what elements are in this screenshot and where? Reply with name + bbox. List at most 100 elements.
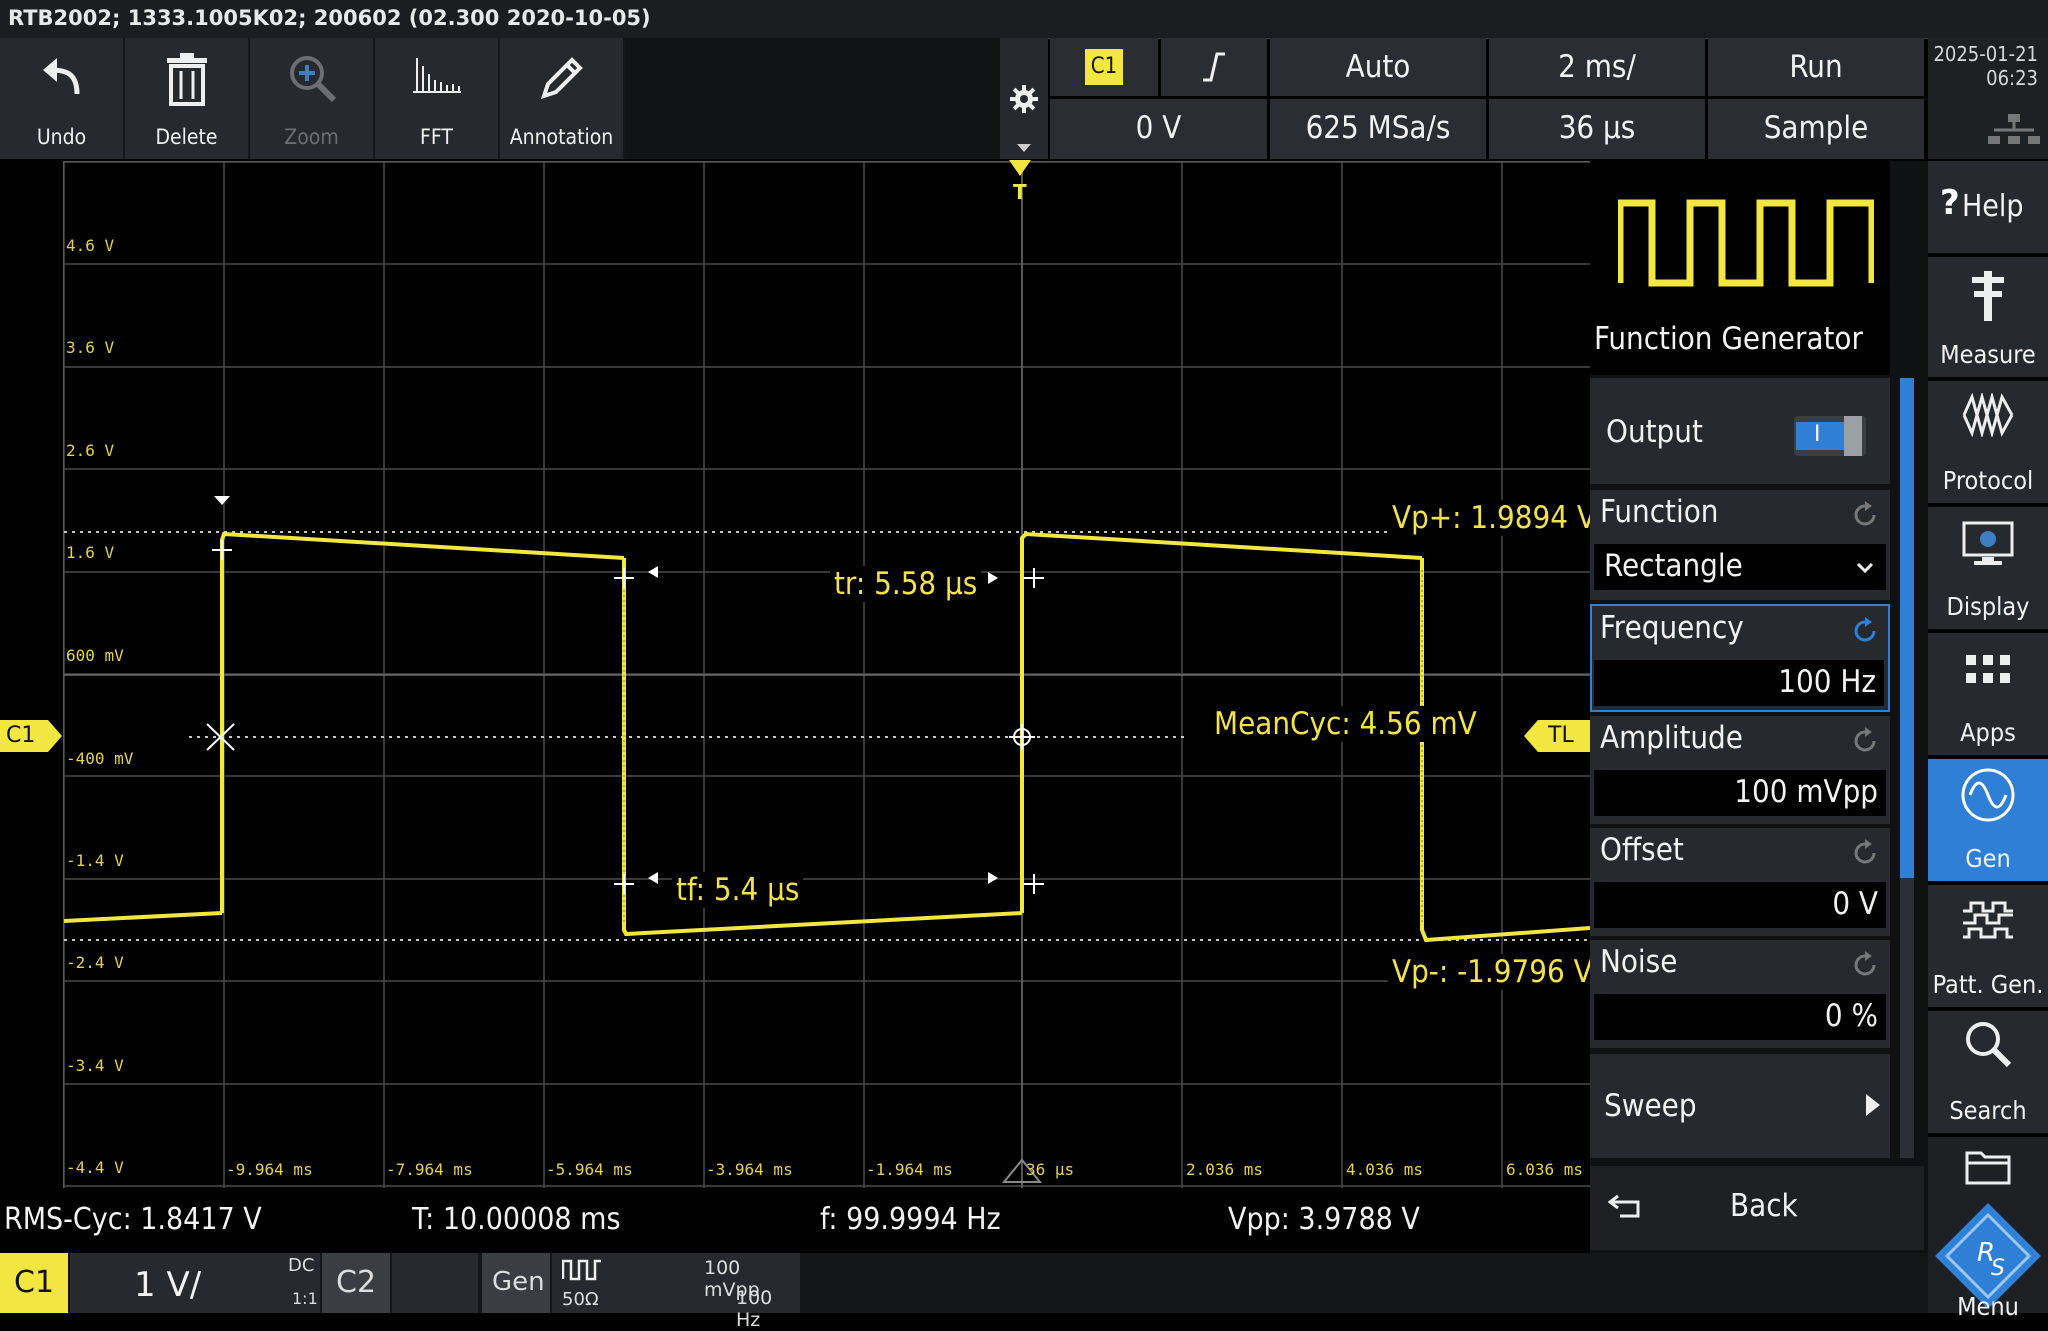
trigger-source[interactable]: C1	[1050, 38, 1158, 96]
generator-settings[interactable]: 50Ω 100 mVpp 100 Hz	[552, 1253, 800, 1331]
trigger-position-marker[interactable]: T	[1009, 160, 1031, 204]
channel-offset-marker[interactable]: C1	[0, 720, 62, 752]
frequency-measurement[interactable]: f: 99.9994 Hz	[820, 1202, 1001, 1237]
channel-1-button[interactable]: C1	[0, 1253, 68, 1313]
reset-icon[interactable]	[1850, 726, 1880, 756]
y-axis-label: -400 mV	[66, 749, 134, 768]
trigger-slope[interactable]	[1161, 38, 1267, 96]
zoom-icon	[289, 56, 336, 103]
rms-measurement[interactable]: RMS-Cyc: 1.8417 V	[4, 1202, 262, 1237]
protocol-label: Protocol	[1942, 466, 2034, 495]
offset-label: Offset	[1600, 832, 1684, 868]
vpp-measurement[interactable]: Vpp: 3.9788 V	[1228, 1202, 1420, 1237]
run-state[interactable]: Run	[1708, 38, 1924, 96]
noise-row[interactable]: Noise 0 %	[1590, 940, 1890, 1048]
help-button[interactable]: ? Help	[1928, 161, 2048, 253]
acquisition-mode[interactable]: Sample	[1708, 99, 1924, 159]
trigger-marker-label: T	[1013, 180, 1027, 204]
annotation-button[interactable]: Annotation	[500, 38, 625, 159]
undo-button[interactable]: Undo	[0, 38, 125, 159]
function-row[interactable]: Function Rectangle	[1590, 490, 1890, 600]
y-axis-label: -4.4 V	[66, 1158, 124, 1177]
x-axis-label: -3.964 ms	[706, 1160, 793, 1179]
trigger-level-marker[interactable]: TL	[1524, 720, 1590, 752]
generator-label: Gen	[492, 1267, 545, 1297]
menu-button[interactable]: R S Menu	[1928, 1137, 2048, 1321]
channel-1-settings[interactable]: 1 V/ DC 1:1	[70, 1253, 320, 1313]
x-axis-label: -7.964 ms	[386, 1160, 473, 1179]
x-axis-label: -5.964 ms	[546, 1160, 633, 1179]
back-button[interactable]: Back	[1590, 1166, 1924, 1250]
x-axis-label: 4.036 ms	[1346, 1160, 1424, 1179]
fall-time-readout: tf: 5.4 µs	[672, 872, 804, 908]
search-button[interactable]: Search	[1928, 1011, 2048, 1133]
undo-label: Undo	[36, 125, 87, 149]
date: 2025-01-21	[1933, 42, 2038, 66]
x-axis-label: -1.964 ms	[866, 1160, 953, 1179]
apps-grid-icon	[1966, 655, 2010, 683]
offset-input[interactable]: 0 V	[1594, 882, 1886, 928]
chevron-down-icon	[1017, 144, 1031, 152]
delete-button[interactable]: Delete	[125, 38, 250, 159]
toolbar-spacer	[625, 38, 1000, 159]
svg-text:S: S	[1991, 1256, 2005, 1281]
search-label: Search	[1949, 1096, 2027, 1125]
fft-button[interactable]: FFT	[375, 38, 500, 159]
sweep-button[interactable]: Sweep	[1590, 1054, 1890, 1158]
square-wave-icon	[1618, 199, 1874, 287]
trigger-level-marker-label: TL	[1548, 723, 1574, 748]
panel-scrollbar[interactable]	[1900, 378, 1914, 1158]
reset-icon[interactable]	[1850, 838, 1880, 868]
trigger-mode[interactable]: Auto	[1270, 38, 1486, 96]
reset-icon	[1854, 501, 1876, 526]
protocol-button[interactable]: Protocol	[1928, 381, 2048, 503]
frequency-row[interactable]: Frequency 100 Hz	[1590, 604, 1890, 712]
frequency-input[interactable]: 100 Hz	[1594, 660, 1884, 706]
search-icon	[1966, 1022, 2012, 1068]
function-select[interactable]: Rectangle	[1594, 544, 1886, 590]
reset-icon[interactable]	[1850, 950, 1880, 980]
zoom-label: Zoom	[284, 125, 339, 149]
zoom-button[interactable]: Zoom	[250, 38, 375, 159]
pattern-generator-button[interactable]: Patt. Gen.	[1928, 885, 2048, 1007]
measure-button[interactable]: Measure	[1928, 257, 2048, 377]
window-title: RTB2002; 1333.1005K02; 200602 (02.300 20…	[8, 6, 651, 30]
time: 06:23	[1986, 66, 2038, 90]
vp-plus-readout: Vp+: 1.9894 V	[1388, 500, 1600, 536]
output-row[interactable]: Output I	[1590, 378, 1890, 484]
function-value: Rectangle	[1604, 548, 1743, 584]
channel-2-button[interactable]: C2	[322, 1253, 390, 1313]
amplitude-input[interactable]: 100 mVpp	[1594, 770, 1886, 816]
amplitude-row[interactable]: Amplitude 100 mVpp	[1590, 716, 1890, 824]
channel-2-settings[interactable]	[392, 1253, 478, 1313]
y-axis-label: 2.6 V	[66, 441, 115, 460]
menu-label: Menu	[1957, 1292, 2019, 1321]
title-bar: RTB2002; 1333.1005K02; 200602 (02.300 20…	[0, 0, 2048, 39]
noise-input[interactable]: 0 %	[1594, 994, 1886, 1040]
channel-1-probe-ratio: 1:1	[292, 1289, 318, 1308]
generator-button[interactable]: Gen	[482, 1253, 550, 1313]
frequency-value: 100 Hz	[1778, 664, 1876, 700]
panel-title: Function Generator	[1594, 321, 1863, 357]
display-button[interactable]: Display	[1928, 507, 2048, 629]
trigger-level[interactable]: 0 V	[1050, 99, 1267, 159]
channel-1-coupling: DC	[288, 1255, 315, 1276]
rising-edge-icon	[1203, 52, 1225, 82]
apps-button[interactable]: Apps	[1928, 633, 2048, 755]
period-measurement[interactable]: T: 10.00008 ms	[412, 1202, 621, 1237]
function-label: Function	[1600, 494, 1719, 530]
reset-icon[interactable]	[1850, 616, 1880, 646]
trigger-source-badge: C1	[1084, 49, 1124, 85]
waveform-display[interactable]	[63, 161, 1591, 1189]
output-toggle-knob	[1844, 416, 1862, 456]
gear-icon	[1010, 85, 1038, 113]
panel-scrollbar-thumb[interactable]	[1900, 378, 1914, 878]
settings-button[interactable]	[1000, 38, 1048, 159]
output-toggle[interactable]: I	[1794, 416, 1866, 456]
offset-value: 0 V	[1832, 886, 1878, 922]
trigger-offset[interactable]: 36 µs	[1489, 99, 1705, 159]
timebase[interactable]: 2 ms/	[1489, 38, 1705, 96]
gen-button[interactable]: Gen	[1928, 759, 2048, 881]
offset-row[interactable]: Offset 0 V	[1590, 828, 1890, 936]
amplitude-value: 100 mVpp	[1734, 774, 1878, 810]
